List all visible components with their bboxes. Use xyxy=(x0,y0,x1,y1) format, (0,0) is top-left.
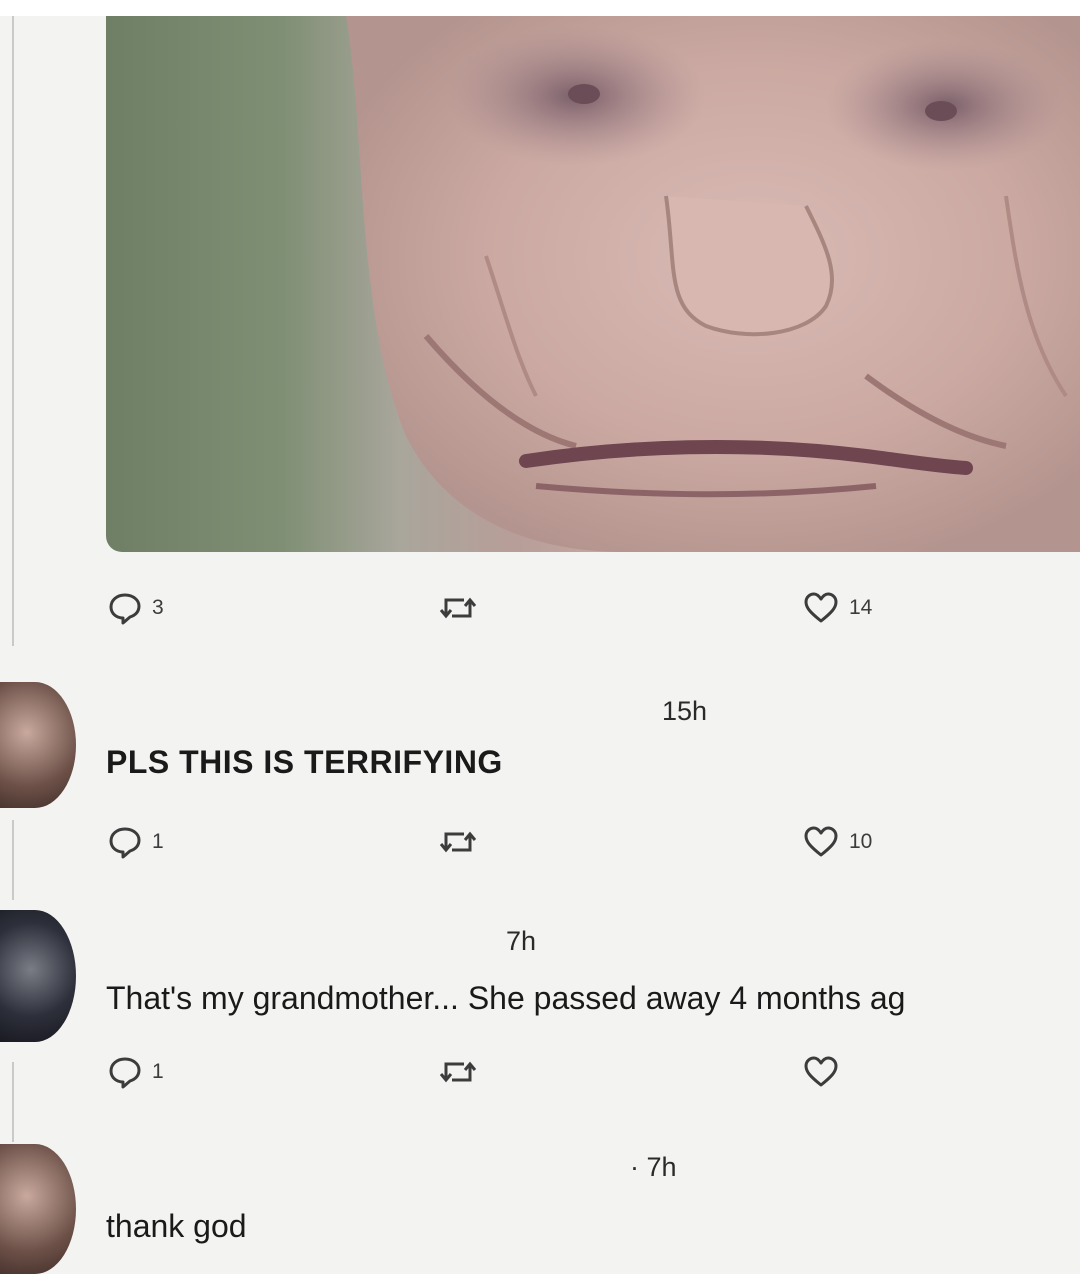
reply-action-bar: 1 xyxy=(108,1052,1008,1092)
repost-button[interactable] xyxy=(438,588,478,628)
like-count: 10 xyxy=(849,830,873,853)
repost-icon xyxy=(439,597,477,619)
reply-action-bar: 1 10 xyxy=(108,822,1008,862)
thread-line xyxy=(12,1062,14,1142)
face-illustration xyxy=(346,16,1080,552)
avatar[interactable] xyxy=(0,910,76,1042)
top-strip xyxy=(0,0,1080,16)
reply-text: PLS THIS IS TERRIFYING xyxy=(106,744,503,780)
repost-button[interactable] xyxy=(438,1052,478,1092)
like-button[interactable]: 10 xyxy=(803,822,872,862)
like-button[interactable] xyxy=(803,1052,849,1092)
like-count: 14 xyxy=(849,596,873,619)
reply-text: thank god xyxy=(106,1208,247,1244)
post-action-bar: 3 14 xyxy=(108,588,1008,628)
comment-icon xyxy=(109,1057,141,1089)
reply-timestamp: 7h xyxy=(506,926,537,956)
repost-button[interactable] xyxy=(438,822,478,862)
reply-text: That's my grandmother... She passed away… xyxy=(106,980,906,1016)
comment-icon xyxy=(109,827,141,859)
reply-count: 3 xyxy=(152,596,164,619)
post-image[interactable] xyxy=(106,16,1080,552)
reply-count: 1 xyxy=(152,830,164,853)
comment-icon xyxy=(109,593,141,625)
thread-line xyxy=(12,820,14,900)
avatar[interactable] xyxy=(0,1144,76,1274)
heart-icon xyxy=(804,826,838,857)
reply-button[interactable]: 1 xyxy=(108,1052,164,1092)
reply-button[interactable]: 1 xyxy=(108,822,164,862)
repost-icon xyxy=(439,831,477,853)
repost-icon xyxy=(439,1061,477,1083)
reply-timestamp: 15h xyxy=(662,696,708,726)
reply-timestamp: · 7h xyxy=(630,1152,677,1182)
heart-icon xyxy=(804,1056,838,1087)
reply-button[interactable]: 3 xyxy=(108,588,164,628)
thread-line xyxy=(12,16,14,646)
heart-icon xyxy=(804,592,838,623)
reply-count: 1 xyxy=(152,1060,164,1083)
avatar[interactable] xyxy=(0,682,76,808)
like-button[interactable]: 14 xyxy=(803,588,872,628)
